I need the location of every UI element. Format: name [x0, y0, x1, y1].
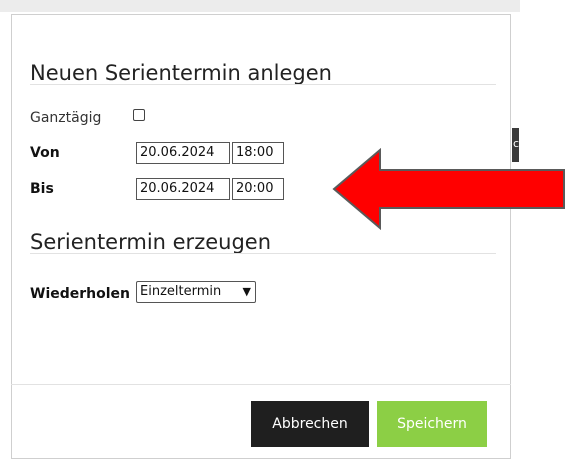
background-top-bar [0, 0, 520, 12]
repeat-select-value: Einzeltermin [140, 284, 222, 299]
repeat-select[interactable]: Einzeltermin ▼ [136, 281, 256, 303]
cancel-button[interactable]: Abbrechen [251, 401, 369, 447]
start-date-input[interactable]: 20.06.2024 [136, 142, 230, 164]
screenshot-stage: c Neuen Serientermin anlegen Ganztägig V… [0, 0, 568, 459]
end-label: Bis [30, 181, 54, 197]
section-divider [30, 253, 496, 254]
annotation-arrow-shape [332, 148, 565, 230]
section-title: Serientermin erzeugen [30, 230, 272, 254]
save-button[interactable]: Speichern [377, 401, 487, 447]
chevron-down-icon: ▼ [242, 285, 251, 298]
end-time-input[interactable]: 20:00 [232, 178, 284, 200]
footer-divider [11, 384, 511, 385]
repeat-label: Wiederholen [30, 286, 131, 302]
dialog-title: Neuen Serientermin anlegen [30, 61, 332, 85]
end-date-input[interactable]: 20.06.2024 [136, 178, 230, 200]
left-arrow-icon [332, 148, 565, 230]
all-day-checkbox[interactable] [133, 109, 145, 121]
start-time-input[interactable]: 18:00 [232, 142, 284, 164]
all-day-label: Ganztägig [30, 110, 102, 126]
start-label: Von [30, 145, 60, 161]
title-divider [30, 84, 496, 85]
